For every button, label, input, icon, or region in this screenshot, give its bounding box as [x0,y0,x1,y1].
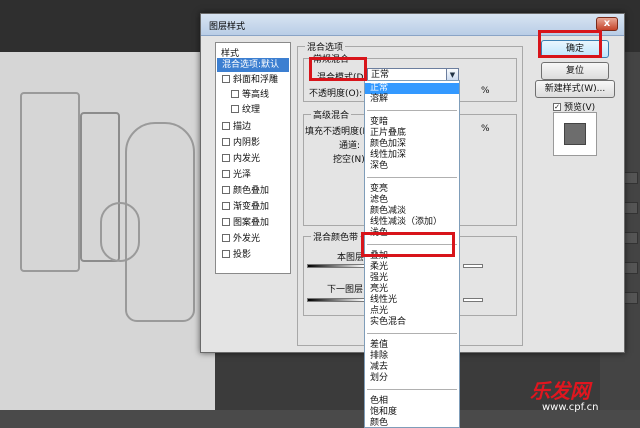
panel-block [624,172,638,184]
style-item-inner-shadow[interactable]: 内阴影 [217,136,289,150]
style-item-color-overlay[interactable]: 颜色叠加 [217,184,289,198]
panel-block [624,262,638,274]
dropdown-separator [367,333,457,334]
style-item-bevel-emboss[interactable]: 斜面和浮雕 [217,73,289,87]
close-button[interactable]: x [596,17,618,31]
blend-mode-option[interactable]: 溶解 [365,94,459,105]
blend-mode-option[interactable]: 饱和度 [365,407,459,418]
style-item-blending-options[interactable]: 混合选项:默认 [217,58,289,72]
this-layer-slider-right[interactable] [463,264,483,268]
opacity-percent: % [481,86,490,96]
fill-opacity-percent: % [481,124,490,134]
checkbox[interactable] [222,137,230,146]
canvas-box-shape [20,92,80,272]
blend-mode-option[interactable]: 变亮 [365,184,459,195]
blend-mode-option[interactable]: 实色混合 [365,317,459,328]
style-item-gradient-overlay[interactable]: 渐变叠加 [217,200,289,214]
blend-mode-value: 正常 [371,70,390,80]
checkbox[interactable] [222,233,230,242]
checkbox[interactable] [222,217,230,226]
style-item-contour[interactable]: 等高线 [217,88,289,102]
preview-swatch [564,123,586,145]
knockout-label: 挖空(N): [333,155,368,165]
checkbox[interactable] [222,185,230,194]
checkbox[interactable] [231,89,239,98]
blend-mode-option[interactable]: 深色 [365,161,459,172]
blend-mode-option[interactable]: 颜色减淡 [365,206,459,217]
panel-block [624,292,638,304]
styles-list: 样式 混合选项:默认 斜面和浮雕 等高线 纹理 描边 内阴影 内发光 光泽 颜色… [215,42,291,274]
blend-mode-option[interactable]: 色相 [365,396,459,407]
style-item-satin[interactable]: 光泽 [217,168,289,182]
checkmark-icon[interactable]: ✓ [553,102,561,111]
channels-label: 通道: [339,141,361,151]
blend-if-title: 混合颜色带 [311,230,361,243]
highlight-overlay-mode [361,232,455,257]
blend-mode-option[interactable]: 减去 [365,362,459,373]
blend-mode-option[interactable]: 滤色 [365,195,459,206]
style-item-texture[interactable]: 纹理 [217,103,289,117]
highlight-ok-button [538,30,602,58]
highlight-blend-mode [309,57,367,81]
watermark-url: www.cpf.cn [542,402,599,413]
checkbox[interactable] [222,153,230,162]
checkbox[interactable] [222,74,230,83]
dropdown-separator [367,110,457,111]
style-item-stroke[interactable]: 描边 [217,120,289,134]
panel-block [624,232,638,244]
opacity-label: 不透明度(O): [309,89,363,99]
below-layer-slider[interactable] [307,298,365,302]
preview-thumbnail [553,112,597,156]
style-item-drop-shadow[interactable]: 投影 [217,248,289,262]
dialog-title: 图层样式 [209,22,246,32]
blend-mode-option[interactable]: 正常 [365,83,459,94]
blend-mode-option[interactable]: 点光 [365,306,459,317]
blend-mode-option[interactable]: 正片叠底 [365,128,459,139]
blend-mode-option[interactable]: 颜色 [365,418,459,427]
dropdown-separator [367,389,457,390]
reset-button[interactable]: 复位 [541,62,609,80]
blend-mode-option[interactable]: 线性减淡（添加） [365,217,459,228]
blend-mode-option[interactable]: 划分 [365,373,459,384]
document-canvas [0,52,215,428]
checkbox[interactable] [231,104,239,113]
advanced-blending-title: 高级混合 [311,108,352,121]
panel-block [624,202,638,214]
below-layer-slider-right[interactable] [463,298,483,302]
blend-mode-option[interactable]: 颜色加深 [365,139,459,150]
dropdown-separator [367,177,457,178]
checkbox[interactable] [222,121,230,130]
blend-mode-option[interactable]: 线性加深 [365,150,459,161]
watermark-brand: 乐发网 [530,379,590,403]
checkbox[interactable] [222,249,230,258]
blend-mode-option[interactable]: 差值 [365,340,459,351]
blend-mode-option[interactable]: 变暗 [365,117,459,128]
this-layer-slider[interactable] [307,264,365,268]
style-item-inner-glow[interactable]: 内发光 [217,152,289,166]
canvas-bottle-handle [100,202,140,262]
checkbox[interactable] [222,169,230,178]
below-layer-label: 下一图层: [327,285,367,295]
new-style-button[interactable]: 新建样式(W)... [535,80,615,98]
checkbox[interactable] [222,201,230,210]
blend-mode-option[interactable]: 柔光 [365,262,459,273]
blend-mode-option[interactable]: 强光 [365,273,459,284]
style-item-outer-glow[interactable]: 外发光 [217,232,289,246]
blend-mode-option[interactable]: 线性光 [365,295,459,306]
style-item-pattern-overlay[interactable]: 图案叠加 [217,216,289,230]
blend-mode-option[interactable]: 排除 [365,351,459,362]
blend-mode-option[interactable]: 亮光 [365,284,459,295]
